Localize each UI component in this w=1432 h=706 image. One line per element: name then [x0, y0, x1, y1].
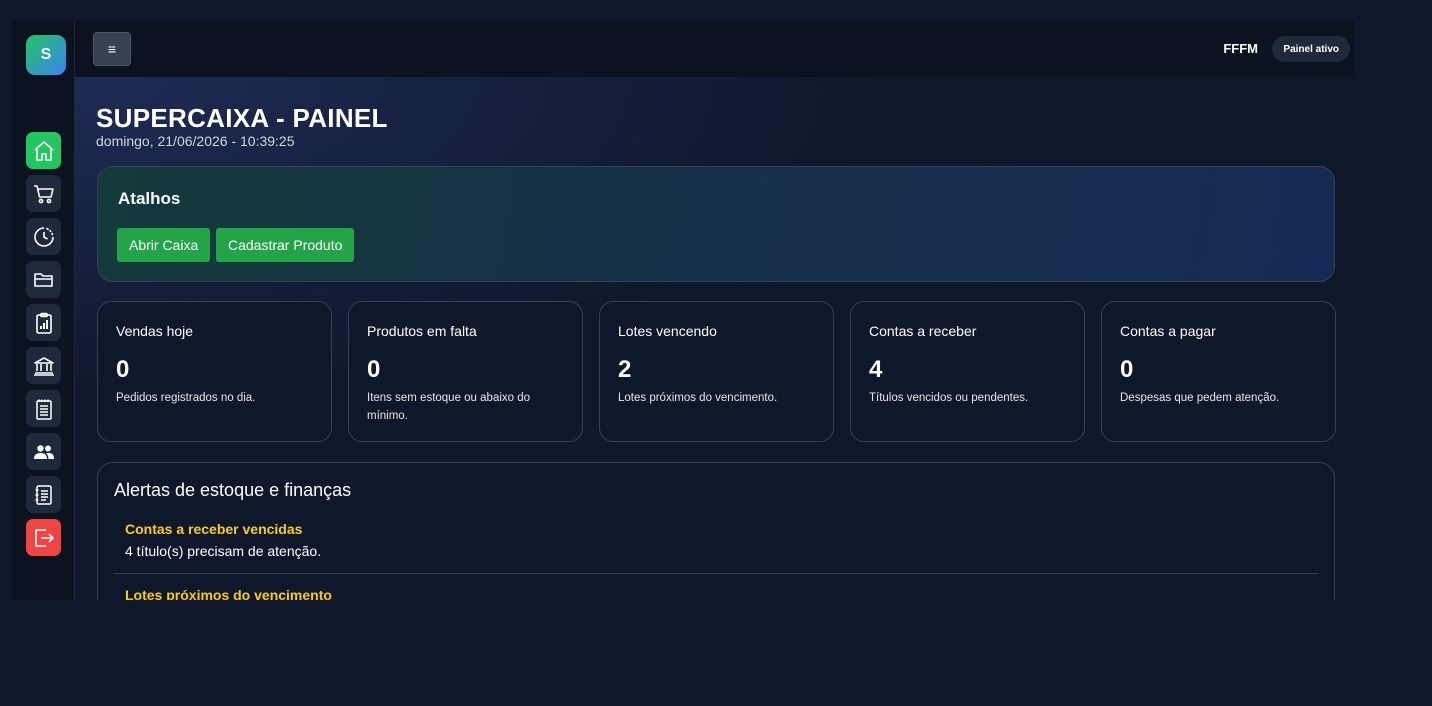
folder-icon	[33, 272, 53, 287]
cart-icon	[33, 184, 54, 203]
alert-divider	[114, 573, 1318, 574]
sidebar-item-folder[interactable]	[26, 261, 61, 298]
stat-card-missing-products: Produtos em falta 0 Itens sem estoque ou…	[348, 301, 583, 442]
journal-icon	[35, 484, 52, 505]
home-icon	[33, 140, 54, 161]
bank-icon	[33, 356, 54, 376]
alert-item-text: 4 título(s) precisam de atenção.	[125, 543, 322, 559]
users-icon	[33, 444, 54, 459]
card-description: Itens sem estoque ou abaixo do mínimo.	[367, 392, 531, 422]
sidebar-item-notes[interactable]	[26, 390, 61, 427]
card-value: 2	[618, 356, 632, 383]
alert-item-title: Lotes próximos do vencimento	[125, 587, 332, 600]
card-value: 0	[116, 356, 130, 383]
sidebar: S	[12, 20, 75, 600]
sidebar-item-cart[interactable]	[26, 175, 61, 212]
card-value: 0	[367, 356, 381, 383]
shortcuts-panel: Atalhos Abrir Caixa Cadastrar Produto	[97, 166, 1335, 282]
clock-icon	[33, 226, 54, 247]
menu-toggle-button[interactable]: ≡	[93, 32, 131, 66]
sidebar-item-history[interactable]	[26, 218, 61, 255]
stat-card-expiring-lots: Lotes vencendo 2 Lotes próximos do venci…	[599, 301, 834, 442]
sidebar-item-bank[interactable]	[26, 347, 61, 384]
card-title: Contas a receber	[869, 323, 977, 339]
page-datetime: domingo, 21/06/2026 - 10:39:25	[96, 133, 295, 149]
card-title: Produtos em falta	[367, 323, 477, 339]
card-description: Pedidos registrados no dia.	[116, 392, 256, 404]
card-value: 4	[869, 356, 883, 383]
card-title: Lotes vencendo	[618, 323, 717, 339]
stat-card-sales-today: Vendas hoje 0 Pedidos registrados no dia…	[97, 301, 332, 442]
user-name: FFFM	[1223, 41, 1258, 56]
status-badge: Painel ativo	[1272, 36, 1350, 62]
card-description: Lotes próximos do vencimento.	[618, 392, 778, 404]
card-value: 0	[1120, 356, 1134, 383]
alert-item-title: Contas a receber vencidas	[125, 521, 303, 537]
logout-icon	[34, 528, 54, 547]
register-product-button[interactable]: Cadastrar Produto	[216, 228, 355, 262]
app-frame: S ≡ FFFM Painel ativo SUPERCAIXA - PAINE…	[12, 20, 1354, 600]
sidebar-item-users[interactable]	[26, 433, 61, 470]
topbar: ≡ FFFM Painel ativo	[75, 20, 1354, 78]
sidebar-item-home[interactable]	[26, 132, 61, 169]
alerts-panel: Alertas de estoque e finanças Contas a r…	[97, 462, 1335, 600]
alerts-title: Alertas de estoque e finanças	[114, 480, 352, 500]
stat-card-receivables: Contas a receber 4 Títulos vencidos ou p…	[850, 301, 1085, 442]
sidebar-item-journal[interactable]	[26, 476, 61, 513]
card-title: Contas a pagar	[1120, 323, 1216, 339]
main-content: SUPERCAIXA - PAINEL domingo, 21/06/2026 …	[75, 77, 1354, 600]
card-description: Despesas que pedem atenção.	[1120, 392, 1280, 404]
notepad-icon	[35, 399, 52, 420]
stat-card-payables: Contas a pagar 0 Despesas que pedem aten…	[1101, 301, 1336, 442]
page-title: SUPERCAIXA - PAINEL	[96, 103, 388, 133]
app-logo[interactable]: S	[26, 35, 66, 75]
open-cash-button[interactable]: Abrir Caixa	[117, 228, 211, 262]
clipboard-chart-icon	[35, 312, 52, 334]
sidebar-item-logout[interactable]	[26, 519, 61, 556]
card-description: Títulos vencidos ou pendentes.	[869, 392, 1029, 404]
shortcuts-title: Atalhos	[118, 189, 181, 208]
sidebar-item-reports[interactable]	[26, 304, 61, 341]
card-title: Vendas hoje	[116, 323, 194, 339]
